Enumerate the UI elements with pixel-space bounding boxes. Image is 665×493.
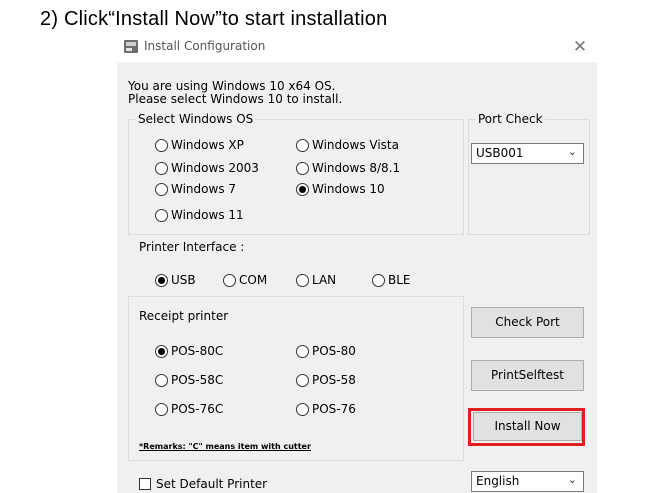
port-select[interactable]: USB001 ⌄ <box>471 143 584 164</box>
os-info-line-2: Please select Windows 10 to install. <box>128 92 343 106</box>
radio-indicator[interactable] <box>155 403 168 416</box>
chevron-down-icon: ⌄ <box>567 473 577 486</box>
chevron-down-icon: ⌄ <box>567 145 577 158</box>
radio-indicator-selected[interactable] <box>155 345 168 358</box>
printer-interface-label: Printer Interface : <box>139 240 245 254</box>
radio-label: BLE <box>388 273 411 287</box>
cutter-remark: *Remarks: "C" means item with cutter <box>139 442 311 451</box>
radio-label: POS-80C <box>171 344 224 358</box>
window-title: Install Configuration <box>144 39 266 53</box>
radio-label: Windows Vista <box>312 138 399 152</box>
install-configuration-dialog: Install Configuration ✕ You are using Wi… <box>117 32 597 493</box>
close-icon[interactable]: ✕ <box>569 36 591 58</box>
install-now-highlight <box>468 408 585 446</box>
radio-label: Windows 2003 <box>171 161 259 175</box>
radio-label: USB <box>171 273 196 287</box>
print-selftest-label: PrintSelftest <box>491 368 564 382</box>
radio-label: POS-58C <box>171 373 224 387</box>
port-select-value: USB001 <box>476 146 524 160</box>
radio-indicator-selected[interactable] <box>296 183 309 196</box>
radio-label: POS-80 <box>312 344 356 358</box>
receipt-printer-label: Receipt printer <box>139 309 229 323</box>
select-windows-os-legend: Select Windows OS <box>136 112 256 126</box>
radio-indicator[interactable] <box>155 139 168 152</box>
title-bar: Install Configuration ✕ <box>117 32 597 62</box>
radio-indicator[interactable] <box>296 274 309 287</box>
radio-label: Windows 8/8.1 <box>312 161 401 175</box>
instruction-caption: 2) Click“Install Now”to start installati… <box>40 8 388 30</box>
radio-indicator[interactable] <box>296 139 309 152</box>
radio-label: Windows 10 <box>312 182 385 196</box>
print-selftest-button[interactable]: PrintSelftest <box>471 360 584 391</box>
radio-label: Windows 11 <box>171 208 244 222</box>
os-info-line-1: You are using Windows 10 x64 OS. <box>128 79 336 93</box>
set-default-printer-label: Set Default Printer <box>156 477 268 491</box>
radio-indicator[interactable] <box>296 374 309 387</box>
port-check-group <box>468 119 590 235</box>
language-select[interactable]: English ⌄ <box>471 471 584 492</box>
radio-label: COM <box>239 273 268 287</box>
radio-indicator[interactable] <box>296 403 309 416</box>
radio-indicator[interactable] <box>296 162 309 175</box>
radio-indicator[interactable] <box>155 209 168 222</box>
radio-indicator[interactable] <box>155 374 168 387</box>
set-default-printer-checkbox[interactable] <box>139 478 151 490</box>
radio-label: POS-76 <box>312 402 356 416</box>
radio-indicator[interactable] <box>155 183 168 196</box>
radio-indicator[interactable] <box>155 162 168 175</box>
radio-label: POS-58 <box>312 373 356 387</box>
port-check-legend: Port Check <box>476 112 545 126</box>
language-select-value: English <box>476 474 520 488</box>
radio-label: Windows XP <box>171 138 244 152</box>
radio-indicator-selected[interactable] <box>155 274 168 287</box>
radio-label: LAN <box>312 273 337 287</box>
radio-label: POS-76C <box>171 402 224 416</box>
check-port-label: Check Port <box>495 315 560 329</box>
radio-indicator[interactable] <box>296 345 309 358</box>
radio-label: Windows 7 <box>171 182 237 196</box>
radio-indicator[interactable] <box>223 274 236 287</box>
app-icon <box>124 40 138 53</box>
check-port-button[interactable]: Check Port <box>471 307 584 338</box>
radio-indicator[interactable] <box>372 274 385 287</box>
